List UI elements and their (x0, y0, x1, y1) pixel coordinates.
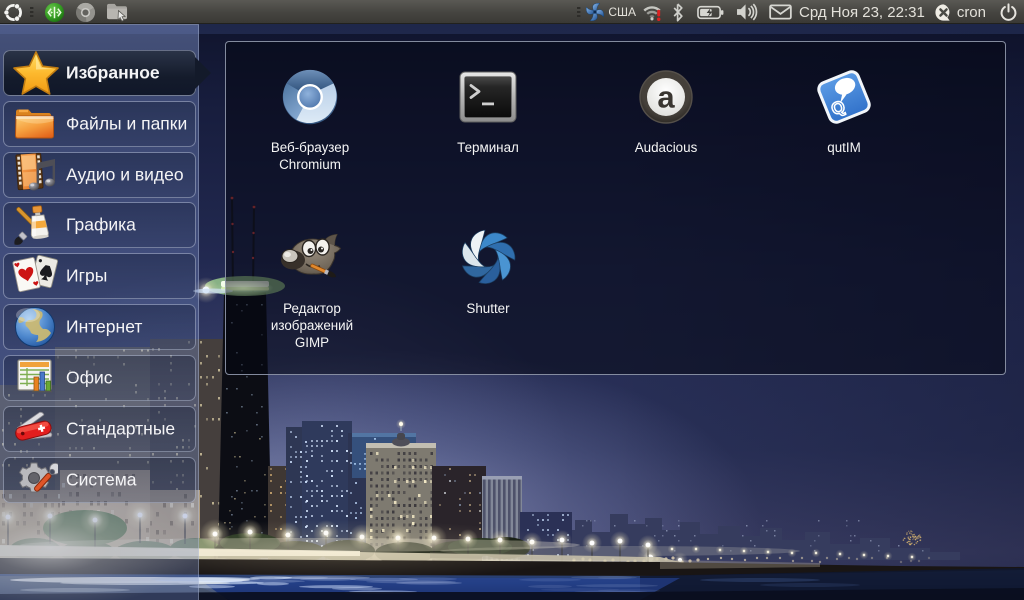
svg-text:a: a (657, 80, 675, 115)
